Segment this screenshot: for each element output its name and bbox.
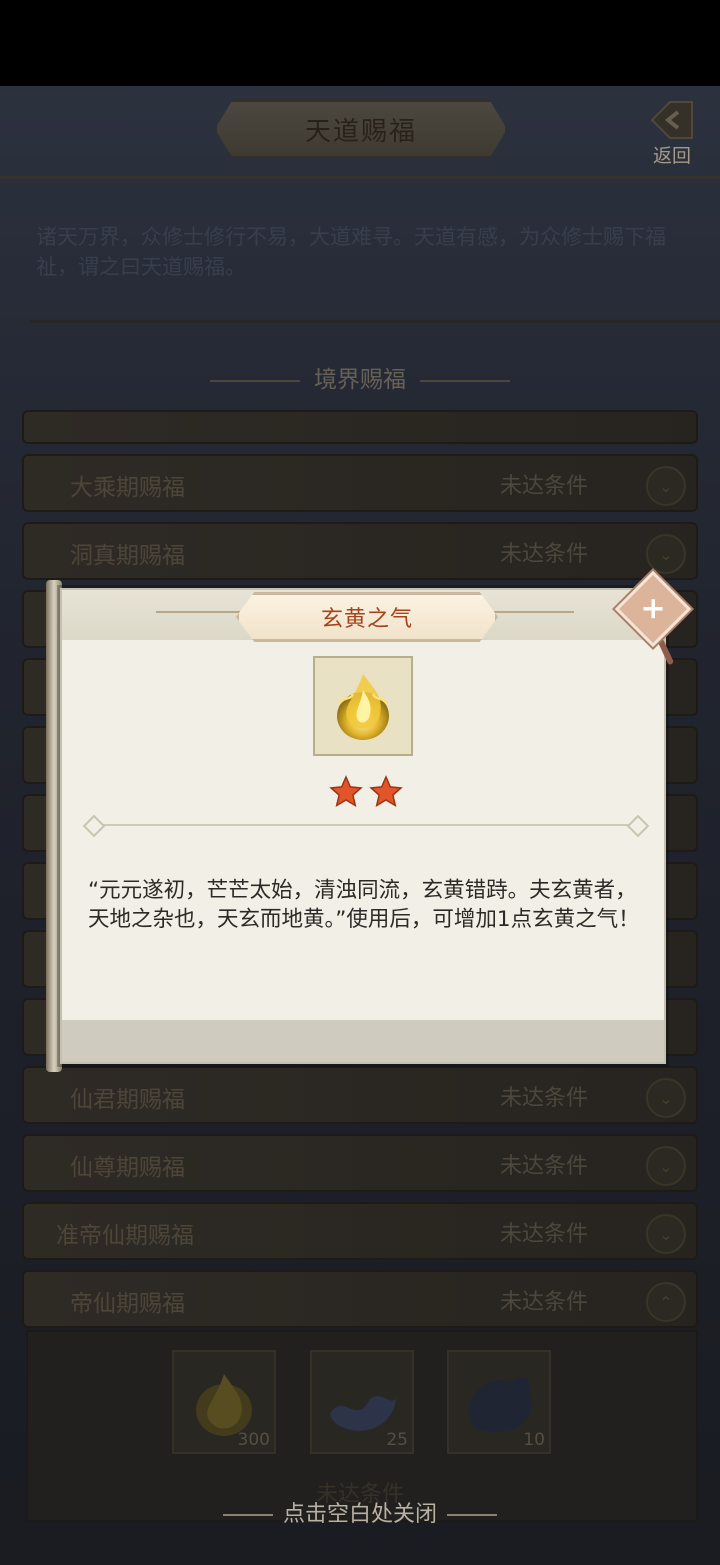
star-icon	[329, 775, 363, 808]
item-description: “元元遂初，芒芒太始，清浊同流，玄黄错跱。夫玄黄者，天地之杂也，天玄而地黄。”使…	[88, 878, 640, 932]
hint-deco-right	[447, 1514, 497, 1516]
modal-title: 玄黄之气	[320, 607, 413, 632]
modal-divider	[88, 824, 638, 826]
item-icon-frame	[313, 656, 413, 756]
back-label: 返回	[652, 145, 691, 167]
status-bar	[0, 0, 720, 86]
close-hint-text: 点击空白处关闭	[282, 1502, 437, 1527]
modal-footer-band	[62, 1020, 664, 1062]
close-hint[interactable]: 点击空白处关闭	[0, 1496, 720, 1528]
modal-title-plate: 玄黄之气	[236, 592, 498, 642]
hint-deco-left	[222, 1514, 273, 1516]
close-icon: +	[635, 596, 671, 622]
title-wing-right	[490, 611, 574, 613]
title-wing-left	[156, 611, 240, 613]
star-icon	[369, 775, 403, 808]
rarity-stars	[326, 774, 406, 812]
golden-flame-icon	[337, 674, 389, 740]
